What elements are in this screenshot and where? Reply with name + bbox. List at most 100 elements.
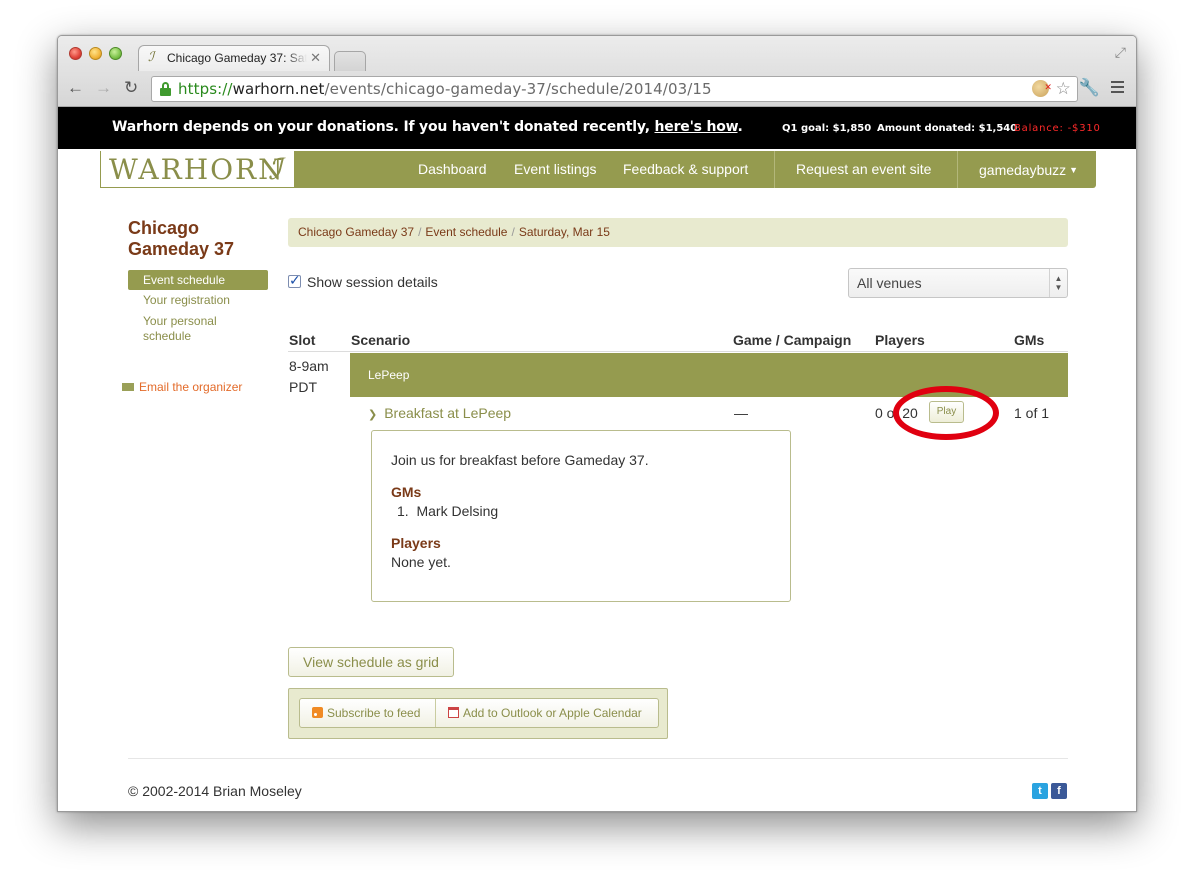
url-host: warhorn.net — [232, 80, 325, 98]
caret-down-icon: ▼ — [1069, 165, 1079, 175]
col-slot: Slot — [289, 332, 316, 348]
warhorn-favicon-icon: ℐ — [148, 50, 155, 65]
venue-select-value: All venues — [857, 275, 922, 291]
logo-text: WARHORN — [109, 153, 285, 186]
site-nav: WARHORN ℐ Dashboard Event listings Feedb… — [100, 151, 1096, 188]
players-heading: Players — [391, 535, 441, 551]
breadcrumb-schedule[interactable]: Event schedule — [425, 225, 507, 239]
sidebar-item-event-schedule[interactable]: Event schedule — [128, 270, 268, 290]
session-players: 0 of 20 — [875, 405, 918, 421]
reload-icon[interactable]: ↻ — [124, 79, 138, 96]
bookmark-star-icon[interactable]: ☆ — [1056, 77, 1071, 101]
donation-bar: Warhorn depends on your donations. If yo… — [58, 107, 1136, 149]
zoom-window-button[interactable] — [109, 47, 122, 60]
lock-icon — [160, 82, 171, 96]
col-scenario: Scenario — [351, 332, 411, 348]
breadcrumb: Chicago Gameday 37/Event schedule / Saturd… — [288, 218, 1068, 247]
players-text: None yet. — [391, 554, 451, 570]
venue-select[interactable]: All venues ▲ ▼ — [848, 268, 1068, 298]
feed-panel: Subscribe to feed Add to Outlook or Appl… — [288, 688, 668, 739]
col-gms: GMs — [1014, 332, 1045, 348]
extension-icon[interactable] — [1032, 76, 1052, 100]
header-rule — [288, 351, 1068, 352]
donation-amount: Amount donated: $1,540 — [877, 123, 1018, 134]
nav-separator — [957, 151, 958, 188]
donation-goal: Q1 goal: $1,850 — [782, 123, 872, 134]
new-tab-button[interactable] — [334, 51, 366, 71]
session-details: Join us for breakfast before Gameday 37.… — [371, 430, 791, 602]
wrench-icon[interactable]: 🔧 — [1079, 78, 1100, 98]
session-gms: 1 of 1 — [1014, 405, 1050, 421]
view-grid-button[interactable]: View schedule as grid — [288, 647, 454, 677]
calendar-icon — [448, 707, 459, 718]
nav-event-listings[interactable]: Event listings — [514, 161, 596, 177]
sidebar-item-personal-schedule[interactable]: Your personal schedule — [143, 314, 253, 344]
address-bar[interactable]: https://warhorn.net/events/chicago-gamed… — [151, 76, 1078, 102]
subscribe-label: Subscribe to feed — [327, 706, 421, 720]
donation-text: Warhorn depends on your donations. If yo… — [112, 119, 650, 135]
back-icon[interactable]: ← — [67, 79, 84, 96]
user-menu[interactable]: gamedaybuzz ▼ — [979, 162, 1078, 178]
tab-close-icon[interactable]: ✕ — [310, 50, 321, 66]
browser-tab[interactable]: ℐ Chicago Gameday 37: Saturday, Mar 15 ✕ — [138, 45, 330, 71]
col-players: Players — [875, 332, 925, 348]
footer-rule — [128, 758, 1068, 759]
show-details-checkbox[interactable] — [288, 272, 301, 289]
rss-icon — [312, 707, 323, 718]
sidebar-item-your-registration[interactable]: Your registration — [143, 293, 253, 308]
slot-timezone: PDT — [289, 379, 317, 395]
nav-dashboard[interactable]: Dashboard — [418, 161, 487, 177]
gm-name: Mark Delsing — [416, 503, 499, 519]
warhorn-logo[interactable]: WARHORN ℐ — [100, 151, 295, 188]
twitter-icon[interactable]: t — [1032, 783, 1048, 799]
donation-message: Warhorn depends on your donations. If yo… — [112, 119, 743, 135]
url-path: /events/chicago-gameday-37/schedule/2014… — [324, 80, 712, 98]
horn-icon: ℐ — [268, 152, 282, 186]
donation-link[interactable]: here's how — [655, 119, 738, 135]
breadcrumb-date: Saturday, Mar 15 — [518, 225, 610, 239]
nav-feedback-support[interactable]: Feedback & support — [623, 161, 748, 177]
close-window-button[interactable] — [69, 47, 82, 60]
select-arrows-icon: ▲ ▼ — [1049, 269, 1067, 297]
nav-request-event-site[interactable]: Request an event site — [796, 161, 931, 177]
user-name: gamedaybuzz — [979, 162, 1067, 178]
minimize-window-button[interactable] — [89, 47, 102, 60]
col-game-campaign: Game / Campaign — [733, 332, 852, 348]
venue-row: LePeep — [350, 353, 1068, 397]
menu-icon[interactable] — [1111, 81, 1124, 93]
feed-divider — [435, 699, 436, 727]
subscribe-feed-button[interactable]: Subscribe to feed — [312, 699, 420, 727]
add-calendar-button[interactable]: Add to Outlook or Apple Calendar — [448, 699, 642, 727]
calendar-label: Add to Outlook or Apple Calendar — [463, 706, 642, 720]
tab-title: Chicago Gameday 37: Saturday, Mar 15 — [167, 51, 307, 65]
show-details-label: Show session details — [307, 274, 438, 290]
venue-name: LePeep — [368, 368, 410, 382]
session-title[interactable]: ❯ Breakfast at LePeep — [368, 405, 511, 421]
email-organizer-label: Email the organizer — [139, 380, 243, 394]
play-button[interactable]: Play — [929, 401, 964, 423]
email-organizer-link[interactable]: Email the organizer — [122, 380, 242, 394]
gm-list-item: 1. Mark Delsing — [397, 503, 499, 519]
gms-heading: GMs — [391, 484, 422, 500]
slot-time: 8-9am PDT — [289, 356, 329, 398]
browser-chrome: ℐ Chicago Gameday 37: Saturday, Mar 15 ✕… — [58, 36, 1136, 107]
session-description: Join us for breakfast before Gameday 37. — [391, 452, 649, 468]
chevron-down-icon: ❯ — [368, 409, 378, 421]
donation-suffix: . — [737, 119, 743, 135]
copyright: © 2002-2014 Brian Moseley — [128, 783, 302, 799]
nav-separator — [774, 151, 775, 188]
donation-balance: Balance: -$310 — [1014, 123, 1101, 134]
show-session-details[interactable]: Show session details — [288, 272, 438, 290]
breadcrumb-event[interactable]: Chicago Gameday 37 — [298, 225, 414, 239]
forward-icon[interactable]: → — [95, 79, 112, 96]
url-scheme: https:// — [178, 80, 233, 98]
feed-button-group: Subscribe to feed Add to Outlook or Appl… — [299, 698, 659, 728]
event-title[interactable]: Chicago Gameday 37 — [128, 218, 268, 260]
envelope-icon — [122, 383, 134, 391]
breadcrumb-separator: / — [511, 225, 515, 239]
session-title-text: Breakfast at LePeep — [384, 405, 512, 421]
slot-time-range: 8-9am — [289, 358, 329, 374]
facebook-icon[interactable]: f — [1051, 783, 1067, 799]
fullscreen-icon[interactable]: ⤢ — [1115, 44, 1126, 61]
breadcrumb-separator: / — [418, 225, 422, 239]
